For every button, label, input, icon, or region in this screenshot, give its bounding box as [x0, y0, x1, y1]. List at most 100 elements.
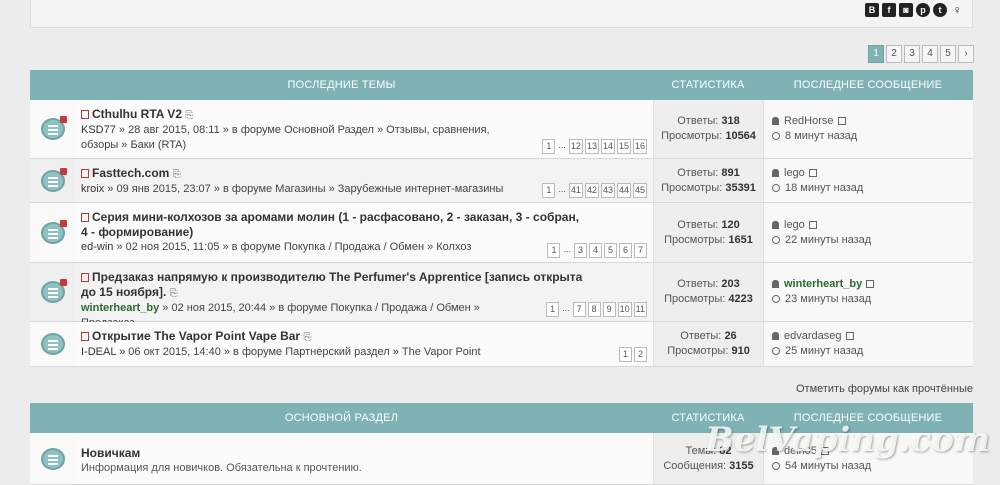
topic-pages: 1 ... 7 8 9 10 11 — [546, 302, 647, 317]
last-post-user[interactable]: lego — [784, 167, 805, 179]
pinterest-icon[interactable]: p — [916, 3, 930, 17]
topic-author[interactable]: ed-win — [81, 241, 113, 253]
forum-icon — [40, 447, 65, 470]
pagination: 1 2 3 4 5 › — [868, 45, 974, 63]
topic-meta: » 02 ноя 2015, 11:05 » в форуме Покупка … — [113, 241, 472, 253]
goto-post-icon[interactable] — [845, 332, 854, 340]
last-post-time: 54 минуты назад — [785, 459, 872, 472]
last-post-user[interactable]: edvardaseg — [784, 330, 842, 342]
top-panel: B f ◙ p t ♀ — [30, 0, 973, 28]
topic-title[interactable]: Серия мини-колхозов за аромами молин (1 … — [81, 210, 579, 239]
last-post-user[interactable]: lego — [784, 219, 805, 231]
attachment-icon: ⎘ — [172, 169, 181, 180]
topic-page-link[interactable]: 45 — [632, 183, 647, 198]
replies-count: 120 — [721, 218, 740, 231]
goto-post-icon[interactable] — [837, 117, 846, 125]
header-stats: СТАТИСТИКА — [671, 79, 745, 91]
mark-forums-read-link[interactable]: Отметить форумы как прочтённые — [796, 383, 973, 395]
topic-page-link[interactable]: 11 — [633, 302, 647, 317]
topic-page-link[interactable]: 5 — [604, 243, 617, 258]
social-links: B f ◙ p t ♀ — [865, 3, 964, 17]
goto-post-icon[interactable] — [866, 280, 875, 288]
topic-page-link[interactable]: 7 — [634, 243, 647, 258]
topic-page-link[interactable]: 1 — [619, 347, 632, 362]
topic-page-link[interactable]: 10 — [617, 302, 632, 317]
topic-page-link[interactable]: 2 — [634, 347, 647, 362]
topic-page-link[interactable]: 7 — [572, 302, 586, 317]
topic-page-link[interactable]: 6 — [619, 243, 632, 258]
user-icon — [772, 168, 779, 177]
topic-meta: » 09 янв 2015, 23:07 » в форуме Магазины… — [104, 183, 504, 195]
twitter-icon[interactable]: t — [933, 3, 947, 17]
attachment-icon: ⎘ — [169, 288, 178, 299]
topic-title[interactable]: Cthulhu RTA V2 — [92, 107, 182, 121]
last-post-user[interactable]: RedHorse — [784, 115, 834, 127]
last-post-time: 18 минут назад — [785, 181, 864, 194]
topic-page-link[interactable]: 42 — [584, 183, 599, 198]
page-2[interactable]: 2 — [886, 45, 902, 63]
topic-page-link[interactable]: 1 — [542, 183, 556, 198]
forum-title[interactable]: Новичкам — [81, 446, 140, 460]
views-count: 1651 — [728, 233, 753, 246]
topic-row: Открытие The Vapor Point Vape Bar ⎘ I-DE… — [30, 322, 973, 367]
header-section-title[interactable]: ОСНОВНОЙ РАЗДЕЛ — [30, 403, 653, 433]
topic-author[interactable]: kroix — [81, 183, 104, 195]
topic-page-link[interactable]: 1 — [547, 243, 561, 258]
topic-page-link[interactable]: 43 — [600, 183, 615, 198]
clock-icon — [772, 347, 780, 355]
odnoklassniki-icon[interactable]: ♀ — [950, 3, 964, 17]
topic-page-link[interactable]: 15 — [616, 139, 631, 154]
topic-page-link[interactable]: 12 — [568, 139, 583, 154]
topic-prefix-icon — [81, 273, 89, 282]
topic-pages: 1 ... 41 42 43 44 45 — [542, 183, 647, 198]
topic-page-link[interactable]: 1 — [546, 302, 560, 317]
topic-unread-icon — [40, 167, 67, 192]
goto-post-icon[interactable] — [808, 220, 817, 229]
topic-page-link[interactable]: 1 — [542, 139, 556, 154]
attachment-icon: ⎘ — [303, 332, 312, 343]
topic-title[interactable]: Открытие The Vapor Point Vape Bar — [92, 329, 300, 343]
user-icon — [772, 220, 779, 229]
user-icon — [772, 332, 779, 340]
topic-row: Предзаказ напрямую к производителю The P… — [30, 263, 973, 329]
topic-author[interactable]: I-DEAL — [81, 346, 116, 358]
topic-page-link[interactable]: 4 — [589, 243, 602, 258]
topic-title[interactable]: Предзаказ напрямую к производителю The P… — [81, 270, 582, 299]
page-3[interactable]: 3 — [904, 45, 920, 63]
vk-icon[interactable]: B — [865, 3, 879, 17]
topic-page-link[interactable]: 3 — [574, 243, 587, 258]
topic-pages: 1 ... 12 13 14 15 16 — [542, 139, 647, 154]
clock-icon — [772, 132, 780, 140]
last-post-time: 22 минуты назад — [785, 233, 872, 246]
views-count: 4223 — [728, 293, 753, 305]
topic-stats: Ответы: 120 Просмотры: 1651 — [653, 203, 763, 262]
topic-unread-icon — [40, 279, 67, 303]
topic-page-link[interactable]: 9 — [602, 302, 616, 317]
topic-page-link[interactable]: 14 — [600, 139, 615, 154]
goto-post-icon[interactable] — [808, 168, 817, 177]
page-4[interactable]: 4 — [922, 45, 938, 63]
header-last-post: ПОСЛЕДНЕЕ СООБЩЕНИЕ — [793, 79, 943, 91]
page-next[interactable]: › — [958, 45, 974, 63]
replies-count: 26 — [724, 330, 737, 342]
topic-row: Fasttech.com ⎘ kroix » 09 янв 2015, 23:0… — [30, 159, 973, 203]
topic-page-link[interactable]: 44 — [616, 183, 631, 198]
instagram-icon[interactable]: ◙ — [899, 3, 913, 17]
last-post: edvardaseg 25 минут назад — [763, 322, 973, 366]
topic-page-link[interactable]: 13 — [584, 139, 599, 154]
topic-page-link[interactable]: 41 — [568, 183, 583, 198]
last-post-time: 25 минут назад — [785, 345, 864, 357]
replies-count: 318 — [721, 115, 740, 127]
topic-page-link[interactable]: 16 — [632, 139, 647, 154]
page-5[interactable]: 5 — [940, 45, 956, 63]
facebook-icon[interactable]: f — [882, 3, 896, 17]
last-post: lego 22 минуты назад — [763, 203, 973, 262]
topic-unread-icon — [40, 219, 67, 244]
topic-author[interactable]: KSD77 — [81, 124, 116, 136]
topic-prefix-icon — [81, 213, 89, 222]
topic-title[interactable]: Fasttech.com — [92, 166, 169, 180]
topic-author[interactable]: winterheart_by — [81, 302, 159, 314]
page-1[interactable]: 1 — [868, 45, 884, 63]
topic-page-link[interactable]: 8 — [587, 302, 601, 317]
last-post-user[interactable]: winterheart_by — [784, 278, 862, 290]
